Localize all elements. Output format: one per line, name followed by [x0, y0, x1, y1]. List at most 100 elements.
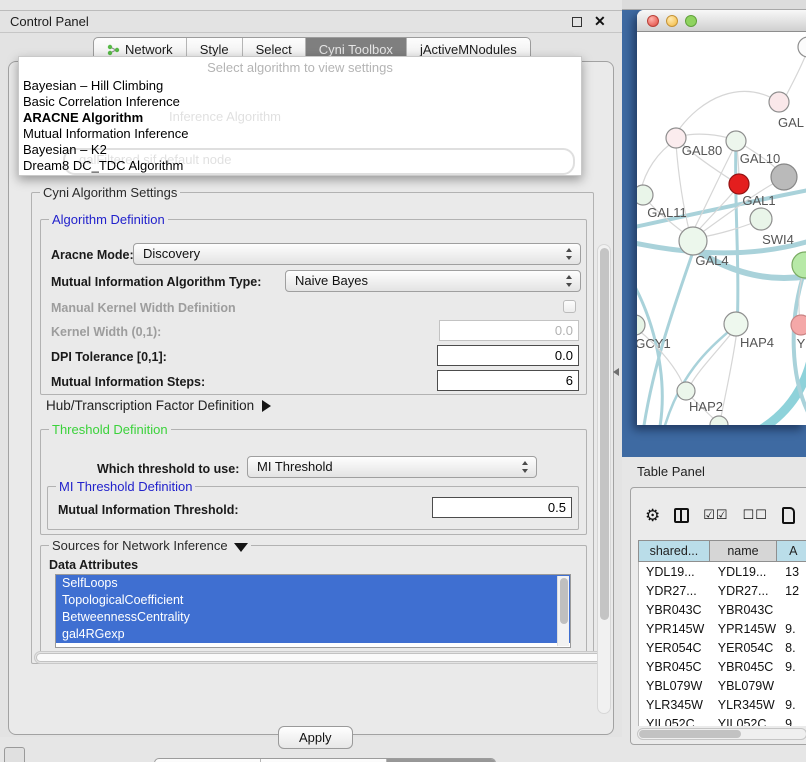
deselect-all-checkboxes-icon[interactable]: ☐☐ — [743, 507, 768, 523]
attribute-list-item[interactable]: TopologicalCoefficient — [56, 592, 570, 609]
cyni-algorithm-settings-group: Cyni Algorithm Settings Algorithm Defini… — [31, 192, 594, 664]
network-edge[interactable] — [681, 134, 732, 139]
mi-steps-input[interactable]: 6 — [437, 370, 579, 391]
which-threshold-select[interactable]: MI Threshold — [247, 456, 537, 478]
bottom-corner-panel-icon[interactable] — [4, 747, 25, 762]
which-threshold-value: MI Threshold — [257, 459, 333, 474]
algorithm-list[interactable]: Bayesian – Hill ClimbingBasic Correlatio… — [23, 78, 577, 174]
settings-horizontal-scrollbar[interactable] — [34, 651, 608, 664]
aracne-mode-value: Discovery — [143, 246, 200, 261]
table-row[interactable]: YER054CYER054C8. — [639, 638, 806, 657]
mi-threshold-definition-legend: MI Threshold Definition — [56, 479, 195, 494]
network-edge[interactable] — [736, 144, 738, 330]
hub-definition-expander[interactable]: Hub/Transcription Factor Definition — [46, 398, 271, 413]
network-node-gal1[interactable] — [729, 174, 749, 194]
kernel-width-input[interactable]: 0.0 — [439, 320, 579, 341]
network-edge[interactable] — [692, 146, 735, 233]
settings-vertical-scrollbar[interactable] — [597, 244, 611, 714]
table-cell: YBR043C — [711, 603, 778, 617]
node-label: GAL10 — [740, 151, 780, 166]
network-node-gal11[interactable] — [637, 185, 653, 205]
table-cell: YDL19... — [711, 565, 778, 579]
network-node-gal10[interactable] — [726, 131, 746, 151]
table-row[interactable]: YLR345WYLR345W9. — [639, 695, 806, 714]
table-row[interactable]: YBL079WYBL079W — [639, 676, 806, 695]
attribute-list-item[interactable]: gal4RGexp — [56, 626, 570, 643]
network-node[interactable] — [792, 252, 806, 278]
network-node-swi4[interactable] — [750, 208, 772, 230]
node-label: GAL4 — [695, 253, 728, 268]
table-horizontal-scrollbar-thumb[interactable] — [639, 730, 741, 738]
sources-legend[interactable]: Sources for Network Inference — [49, 538, 251, 553]
table-horizontal-scrollbar[interactable] — [637, 728, 806, 740]
network-edge[interactable] — [641, 140, 676, 190]
pane-splitter-collapse-icon[interactable] — [613, 368, 619, 376]
algorithm-option[interactable]: Bayesian – Hill Climbing — [23, 78, 577, 94]
close-traffic-light-icon[interactable] — [647, 15, 659, 27]
stepper-arrows-icon — [521, 461, 529, 473]
network-node[interactable] — [798, 37, 806, 57]
network-node-hap2[interactable] — [677, 382, 695, 400]
table-row[interactable]: YBR043CYBR043C — [639, 600, 806, 619]
network-graph[interactable]: GALGAL80GAL10GAL1GAL11SWI4GAL4GCY1HAP4YH… — [637, 32, 806, 425]
attribute-list-item[interactable]: BetweennessCentrality — [56, 609, 570, 626]
network-node-gal4[interactable] — [679, 227, 707, 255]
table-cell: YER054C — [639, 641, 711, 655]
sources-group: Sources for Network Inference Data Attri… — [40, 545, 587, 655]
algorithm-option[interactable]: Mutual Information Inference — [23, 126, 577, 142]
dpi-tolerance-input[interactable]: 0.0 — [437, 345, 579, 366]
algorithm-option[interactable]: Dream8 DC_TDC Algorithm — [23, 158, 577, 174]
node-label: HAP4 — [740, 335, 774, 350]
table-cell: 9. — [778, 698, 806, 712]
column-header-name[interactable]: name — [710, 540, 777, 562]
algorithm-option[interactable]: Bayesian – K2 — [23, 142, 577, 158]
algorithm-option[interactable]: Basic Correlation Inference — [23, 94, 577, 110]
column-header-shared-name[interactable]: shared... — [638, 540, 710, 562]
float-window-icon[interactable] — [572, 17, 582, 27]
settings-horizontal-scrollbar-thumb[interactable] — [36, 653, 602, 662]
minimize-traffic-light-icon[interactable] — [666, 15, 678, 27]
table-row[interactable]: YDR27...YDR27...12 — [639, 581, 806, 600]
hub-definition-label: Hub/Transcription Factor Definition — [46, 398, 254, 413]
aracne-mode-select[interactable]: Discovery — [133, 243, 581, 265]
network-window-titlebar[interactable] — [637, 10, 806, 32]
attributes-scrollbar-thumb[interactable] — [560, 578, 568, 624]
select-all-checkboxes-icon[interactable]: ☑☑ — [703, 507, 728, 523]
attribute-list-item[interactable]: SelfLoops — [56, 575, 570, 592]
algorithm-option[interactable]: ARACNE Algorithm — [23, 110, 577, 126]
control-panel-titlebar[interactable]: Control Panel ✕ — [0, 11, 622, 33]
network-node[interactable] — [771, 164, 797, 190]
table-body[interactable]: YDL19...YDL19...13YDR27...YDR27...12YBR0… — [638, 562, 806, 726]
stepper-arrows-icon — [565, 275, 573, 287]
network-node-y[interactable] — [791, 315, 806, 335]
table-row[interactable]: YDL19...YDL19...13 — [639, 562, 806, 581]
network-node-hap4[interactable] — [724, 312, 748, 336]
close-icon[interactable]: ✕ — [594, 13, 606, 30]
attributes-vertical-scrollbar[interactable] — [557, 576, 569, 646]
network-canvas[interactable]: GALGAL80GAL10GAL1GAL11SWI4GAL4GCY1HAP4YH… — [637, 32, 806, 425]
mi-type-label: Mutual Information Algorithm Type: — [51, 275, 261, 289]
node-label: GAL — [778, 115, 804, 130]
table-cell: 9. — [778, 622, 806, 636]
settings-vertical-scrollbar-thumb[interactable] — [600, 248, 609, 620]
table-row[interactable]: YIL052CYIL052C9 — [639, 714, 806, 726]
manual-kernel-checkbox[interactable] — [563, 300, 576, 313]
new-table-icon[interactable] — [782, 507, 795, 524]
network-node-gal[interactable] — [769, 92, 789, 112]
data-attributes-list[interactable]: SelfLoopsTopologicalCoefficientBetweenne… — [55, 574, 571, 648]
mi-threshold-label: Mutual Information Threshold: — [58, 503, 239, 517]
column-header-partial[interactable]: A — [777, 540, 806, 562]
table-row[interactable]: YBR045CYBR045C9. — [639, 657, 806, 676]
gear-icon[interactable]: ⚙ — [645, 507, 660, 524]
columns-icon[interactable] — [674, 508, 689, 523]
network-node-gcy1[interactable] — [637, 315, 645, 335]
zoom-traffic-light-icon[interactable] — [685, 15, 697, 27]
mi-threshold-input[interactable]: 0.5 — [432, 497, 572, 518]
which-threshold-label: Which threshold to use: — [97, 462, 239, 476]
mi-type-select[interactable]: Naive Bayes — [285, 270, 581, 292]
table-row[interactable]: YPR145WYPR145W9. — [639, 619, 806, 638]
table-cell: YDR27... — [639, 584, 711, 598]
apply-button[interactable]: Apply — [278, 726, 353, 749]
network-edge[interactable] — [677, 91, 779, 132]
table-cell: YIL052C — [711, 717, 778, 727]
